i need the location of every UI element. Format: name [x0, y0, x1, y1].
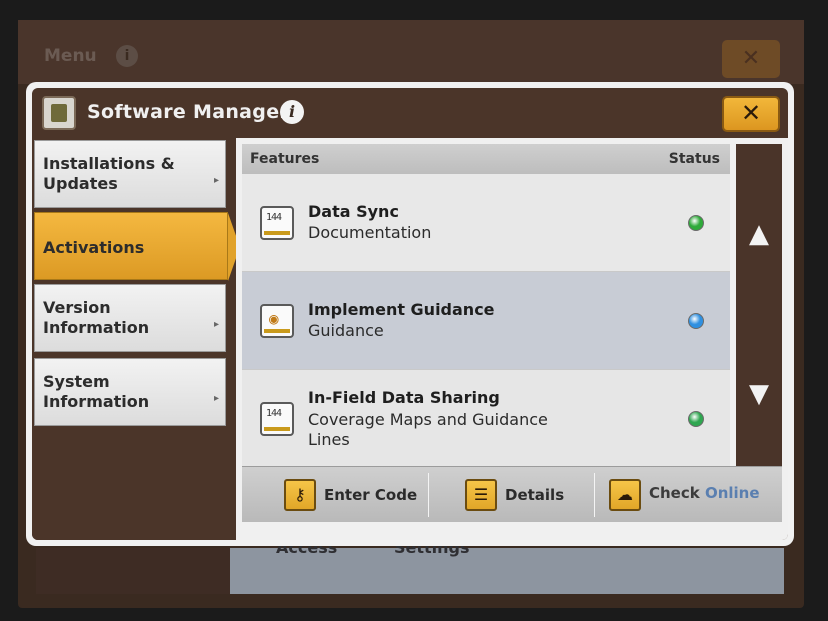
dialog-body: Software Manager i ✕ Installations & Upd…: [32, 88, 788, 540]
details-label: Details: [505, 486, 565, 504]
dialog-title: Software Manager: [87, 101, 290, 123]
action-toolbar: ⚷ Enter Code ☰ Details ☁ Check Online: [242, 466, 782, 522]
counter-display-icon: 144: [260, 206, 294, 240]
software-manager-icon: [42, 96, 76, 130]
chevron-right-icon: ▸: [213, 393, 219, 404]
list-item-data-sync[interactable]: 144 Data Sync Documentation: [242, 174, 730, 272]
check-online-button[interactable]: ☁ Check Online: [595, 467, 782, 523]
feature-subtitle: Documentation: [308, 223, 432, 242]
check-online-label: Check Online: [649, 484, 760, 502]
sidebar-item-version-information[interactable]: Version Information ▸: [34, 284, 226, 352]
chevron-right-icon: ▸: [213, 175, 219, 186]
feature-title: Data Sync: [308, 202, 399, 221]
scroll-up-button[interactable]: ▲: [736, 174, 782, 294]
close-button[interactable]: ✕: [722, 96, 780, 132]
enter-code-label: Enter Code: [324, 486, 418, 504]
feature-title: In-Field Data Sharing: [308, 388, 500, 407]
sidebar-item-activations[interactable]: Activations: [34, 212, 240, 281]
status-indicator: [688, 411, 704, 427]
features-panel: Features Status 144 Data Sync Documentat…: [236, 138, 788, 540]
feature-subtitle: Guidance: [308, 321, 384, 340]
feature-title: Implement Guidance: [308, 300, 495, 319]
guidance-target-icon: ◉: [260, 304, 294, 338]
scrollbar: ▲ ▼: [736, 144, 782, 466]
software-manager-dialog: Software Manager i ✕ Installations & Upd…: [26, 82, 794, 546]
sidebar-item-label: System Information: [43, 372, 150, 411]
cloud-download-icon: ☁: [609, 479, 641, 511]
feature-subtitle: Coverage Maps and Guidance Lines: [308, 410, 548, 449]
counter-display-icon: 144: [260, 402, 294, 436]
features-list-header: Features Status: [242, 144, 730, 174]
document-icon: ☰: [465, 479, 497, 511]
key-icon: ⚷: [284, 479, 316, 511]
enter-code-button[interactable]: ⚷ Enter Code: [242, 467, 428, 523]
background-menu-title: Menu: [44, 46, 97, 66]
background-close-icon: ✕: [722, 40, 780, 78]
scroll-down-button[interactable]: ▼: [736, 334, 782, 454]
sidebar-item-label: Activations: [43, 238, 145, 257]
sidebar-item-installations-updates[interactable]: Installations & Updates ▸: [34, 140, 226, 208]
background-panel: [36, 548, 230, 594]
background-info-icon: i: [116, 45, 138, 67]
status-indicator: [688, 215, 704, 231]
sidebar-item-system-information[interactable]: System Information ▸: [34, 358, 226, 426]
sidebar-item-label: Version Information: [43, 298, 150, 337]
status-indicator: [688, 313, 704, 329]
chevron-right-icon: ▸: [213, 319, 219, 330]
features-column-header: Features: [250, 151, 320, 167]
status-column-header: Status: [668, 151, 720, 167]
details-button[interactable]: ☰ Details: [429, 467, 594, 523]
sidebar: Installations & Updates ▸ Activations Ve…: [32, 138, 240, 540]
sidebar-item-label: Installations & Updates: [43, 154, 175, 193]
features-list: 144 Data Sync Documentation ◉ Implement …: [242, 174, 730, 466]
dialog-title-bar: Software Manager i ✕: [32, 88, 788, 138]
info-icon[interactable]: i: [280, 100, 304, 124]
list-item-implement-guidance[interactable]: ◉ Implement Guidance Guidance: [242, 272, 730, 370]
list-item-in-field-data-sharing[interactable]: 144 In-Field Data Sharing Coverage Maps …: [242, 370, 730, 466]
